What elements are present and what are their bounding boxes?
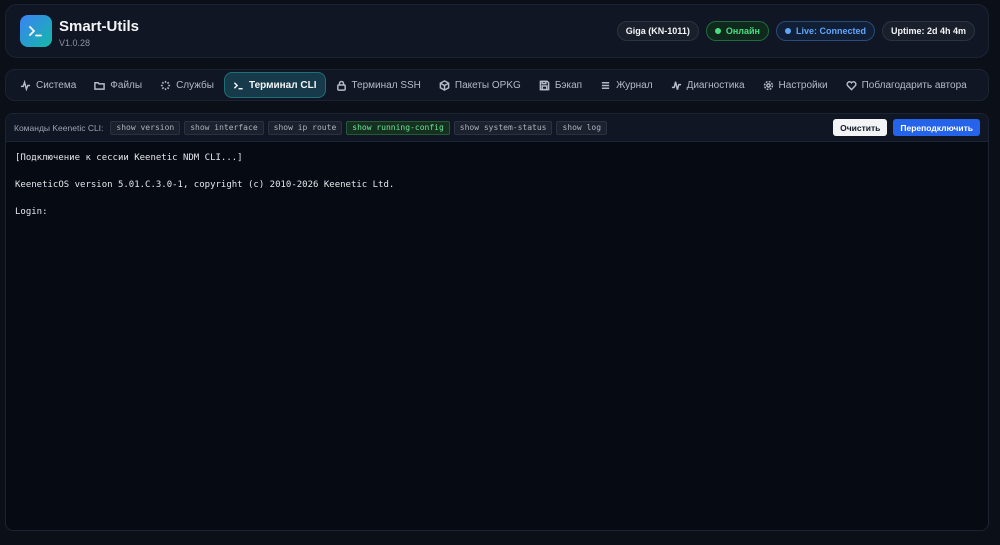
tab-thank-author[interactable]: Поблагодарить автора <box>838 72 975 98</box>
terminal-logo-icon <box>20 15 52 47</box>
cmd-show-ip-route[interactable]: show ip route <box>267 120 343 135</box>
tab-terminal-cli[interactable]: Терминал CLI <box>223 72 326 98</box>
toolbar-actions: Очистить Переподключить <box>833 119 980 136</box>
lock-icon <box>336 80 346 91</box>
folder-icon <box>94 81 106 90</box>
cmd-show-interface[interactable]: show interface <box>184 120 264 135</box>
app-title: Smart-Utils <box>59 18 140 35</box>
status-badges: Giga (KN-1011) Онлайн Live: Connected Up… <box>616 21 975 43</box>
terminal-icon <box>233 81 243 89</box>
tab-journal[interactable]: Журнал <box>592 72 661 98</box>
gear-icon <box>763 80 773 90</box>
terminal-line: [Подключение к сессии Keenetic NDM CLI..… <box>15 153 243 163</box>
list-icon <box>601 81 610 89</box>
terminal-line: KeeneticOS version 5.01.C.3.0-1, copyrig… <box>15 180 395 190</box>
terminal-panel: Команды Keenetic CLI: show version show … <box>5 113 989 531</box>
tab-opkg[interactable]: Пакеты OPKG <box>431 72 529 98</box>
heart-icon <box>846 80 857 91</box>
app-version: V1.0.28 <box>59 38 91 48</box>
activity-icon <box>20 79 31 91</box>
tab-settings[interactable]: Настройки <box>755 72 836 98</box>
uptime-badge: Uptime: 2d 4h 4m <box>881 21 975 41</box>
save-icon <box>539 80 550 90</box>
tab-backup[interactable]: Бэкап <box>531 72 590 98</box>
online-badge: Онлайн <box>705 21 769 41</box>
tab-files[interactable]: Файлы <box>86 72 150 98</box>
package-icon <box>439 79 450 91</box>
clear-button[interactable]: Очистить <box>833 119 888 136</box>
device-badge: Giga (KN-1011) <box>616 21 699 41</box>
reconnect-button[interactable]: Переподключить <box>893 119 980 136</box>
cmd-show-version[interactable]: show version <box>110 120 181 135</box>
app-header: Smart-Utils V1.0.28 Giga (KN-1011) Онлай… <box>5 4 989 58</box>
commands-label: Команды Keenetic CLI: <box>14 122 104 133</box>
terminal-output[interactable]: [Подключение к сессии Keenetic NDM CLI..… <box>6 142 988 230</box>
tab-terminal-ssh[interactable]: Терминал SSH <box>328 72 429 98</box>
tab-services[interactable]: Службы <box>152 72 222 98</box>
cmd-show-system-status[interactable]: show system-status <box>453 120 553 135</box>
tab-diagnostics[interactable]: Диагностика <box>663 72 753 98</box>
cmd-show-log[interactable]: show log <box>556 120 608 135</box>
main-nav: Система Файлы Службы Терминал CLI Термин… <box>5 69 989 101</box>
live-dot-icon <box>784 28 791 34</box>
tab-system[interactable]: Система <box>12 72 84 98</box>
terminal-line: Login: <box>15 207 48 217</box>
command-toolbar: Команды Keenetic CLI: show version show … <box>6 114 988 142</box>
loader-icon <box>160 80 171 90</box>
online-dot-icon <box>714 28 721 34</box>
cmd-show-running-config[interactable]: show running-config <box>346 120 450 135</box>
pulse-icon <box>671 81 681 90</box>
live-badge: Live: Connected <box>775 21 875 41</box>
